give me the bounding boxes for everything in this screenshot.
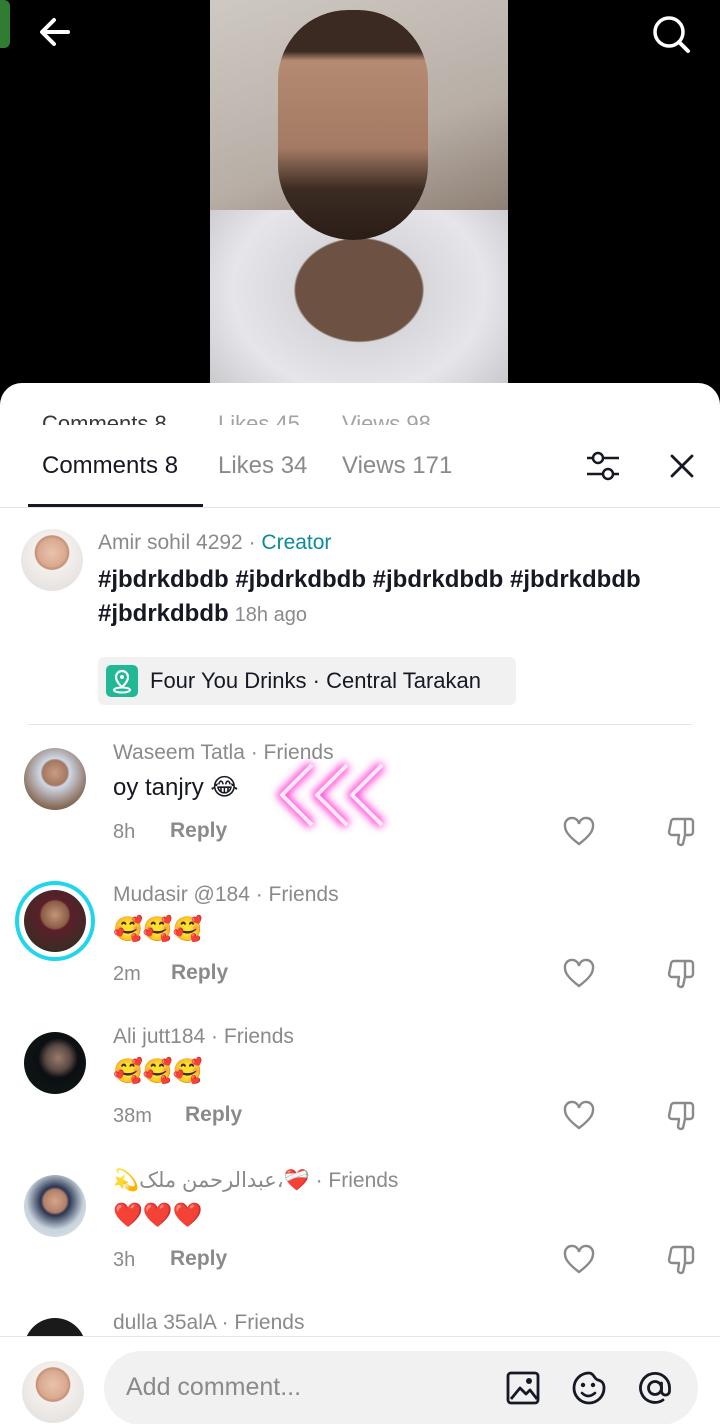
comment-text: 🥰🥰🥰 bbox=[113, 916, 203, 943]
comment-time: 8h bbox=[113, 821, 136, 843]
comment-time: 38m bbox=[113, 1105, 152, 1127]
comments-sheet: Comments 8 Likes 45 Views 98 Comments 8 … bbox=[0, 383, 720, 1424]
comment-time: 18h ago bbox=[234, 604, 307, 626]
video-area bbox=[0, 0, 720, 400]
comment-input[interactable] bbox=[126, 1369, 486, 1405]
neon-chevrons-sticker bbox=[268, 755, 398, 835]
comment-author[interactable]: Amir sohil 4292 · Creator bbox=[98, 531, 331, 555]
close-icon[interactable] bbox=[664, 448, 700, 484]
dislike-icon[interactable] bbox=[664, 957, 698, 991]
reply-button[interactable]: Reply bbox=[171, 961, 228, 985]
comment-text: ❤️❤️❤️ bbox=[113, 1202, 203, 1229]
avatar[interactable] bbox=[24, 1175, 86, 1237]
creator-badge: Creator bbox=[261, 531, 332, 554]
comment-author[interactable]: dulla 35alA · Friends bbox=[113, 1311, 304, 1335]
comment-time: 2m bbox=[113, 963, 141, 985]
image-icon[interactable] bbox=[504, 1369, 542, 1407]
reply-button[interactable]: Reply bbox=[170, 1247, 227, 1271]
ghost-tabs: Comments 8 Likes 45 Views 98 bbox=[42, 411, 431, 425]
avatar[interactable] bbox=[21, 529, 83, 591]
comment-time: 3h bbox=[113, 1249, 136, 1271]
side-indicator bbox=[0, 0, 10, 48]
creator-comment-text: #jbdrkdbdb #jbdrkdbdb #jbdrkdbdb #jbdrkd… bbox=[98, 566, 641, 627]
avatar[interactable] bbox=[24, 890, 86, 952]
video-frame[interactable] bbox=[210, 0, 508, 392]
back-arrow-icon[interactable] bbox=[30, 10, 78, 58]
tab-bar: Comments 8 Likes 34 Views 171 bbox=[0, 438, 720, 508]
tab-views[interactable]: Views 171 bbox=[342, 452, 452, 480]
comment-text: oy tanjry 😂 bbox=[113, 774, 239, 801]
dislike-icon[interactable] bbox=[664, 1099, 698, 1133]
dislike-icon[interactable] bbox=[664, 1243, 698, 1277]
location-pin-icon bbox=[106, 665, 138, 697]
current-user-avatar bbox=[22, 1361, 84, 1423]
location-text: Four You Drinks · Central Tarakan bbox=[150, 668, 481, 693]
mention-icon[interactable] bbox=[636, 1369, 674, 1407]
heart-icon[interactable] bbox=[562, 1099, 596, 1133]
dislike-icon[interactable] bbox=[664, 815, 698, 849]
filter-icon[interactable] bbox=[584, 446, 622, 486]
tab-likes[interactable]: Likes 34 bbox=[218, 452, 307, 480]
emoji-sticker-icon[interactable] bbox=[570, 1369, 608, 1407]
comment-input-bar bbox=[0, 1336, 720, 1424]
heart-icon[interactable] bbox=[562, 1243, 596, 1277]
comment-author[interactable]: 💫عبدالرحمن ملک،❤️‍🩹 · Friends bbox=[113, 1168, 398, 1193]
heart-icon[interactable] bbox=[562, 815, 596, 849]
reply-button[interactable]: Reply bbox=[185, 1103, 242, 1127]
reply-button[interactable]: Reply bbox=[170, 819, 227, 843]
avatar[interactable] bbox=[24, 1032, 86, 1094]
comment-author[interactable]: Ali jutt184 · Friends bbox=[113, 1025, 294, 1049]
active-tab-indicator bbox=[28, 504, 203, 507]
avatar[interactable] bbox=[24, 748, 86, 810]
location-chip[interactable]: Four You Drinks · Central Tarakan bbox=[98, 657, 516, 705]
tab-comments[interactable]: Comments 8 bbox=[42, 452, 178, 480]
comment-text: 🥰🥰🥰 bbox=[113, 1058, 203, 1085]
comment-author[interactable]: Mudasir @184 · Friends bbox=[113, 883, 339, 907]
search-icon[interactable] bbox=[646, 10, 696, 60]
divider bbox=[28, 724, 692, 725]
heart-icon[interactable] bbox=[562, 957, 596, 991]
comment-input-pill[interactable] bbox=[104, 1351, 698, 1424]
